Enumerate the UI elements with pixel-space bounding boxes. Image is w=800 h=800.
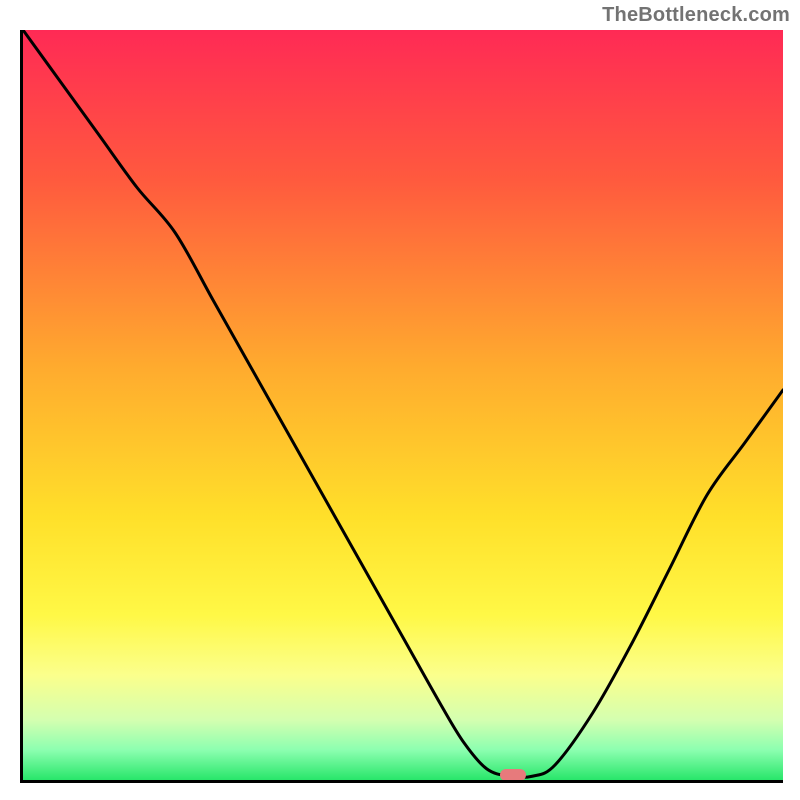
watermark-text: TheBottleneck.com <box>602 4 790 27</box>
background-gradient <box>23 30 783 780</box>
optimum-marker <box>500 769 526 781</box>
plot-area <box>20 30 783 783</box>
chart-container: TheBottleneck.com <box>0 0 800 800</box>
bottleneck-curve <box>23 30 783 780</box>
